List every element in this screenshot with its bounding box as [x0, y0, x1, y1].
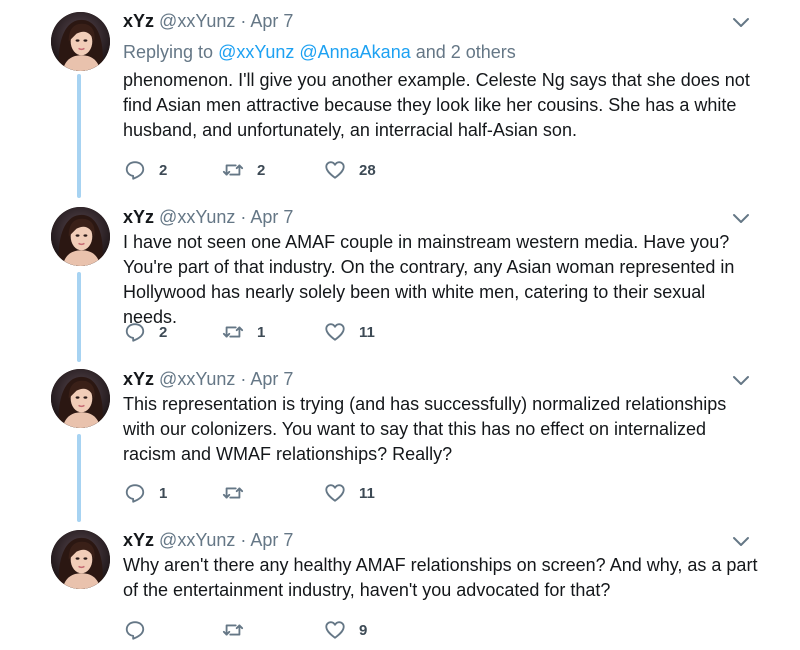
- user-handle[interactable]: @xxYunz: [159, 369, 235, 389]
- retweet-count: 1: [257, 323, 266, 341]
- replying-to: Replying to @xxYunz @AnnaAkana and 2 oth…: [123, 41, 516, 63]
- tweet[interactable]: xYz @xxYunz · Apr 7 This representation …: [0, 357, 800, 518]
- tweet-header: xYz @xxYunz · Apr 7: [123, 529, 293, 551]
- retweet-icon: [222, 624, 244, 636]
- tweet-text: I have not seen one AMAF couple in mains…: [123, 232, 735, 327]
- tweet[interactable]: xYz @xxYunz · Apr 7 I have not seen one …: [0, 195, 800, 357]
- tweet-actions: 9: [124, 618, 524, 642]
- chevron-down-icon: [733, 214, 749, 223]
- tweet-thread: xYz @xxYunz · Apr 7 Replying to @xxYunz …: [0, 0, 800, 650]
- like-button[interactable]: 11: [324, 481, 375, 505]
- retweet-button[interactable]: 2: [222, 158, 265, 182]
- reply-icon: [125, 161, 145, 180]
- tweet-menu-button[interactable]: [732, 536, 750, 548]
- replying-others[interactable]: and 2 others: [411, 42, 516, 62]
- user-handle[interactable]: @xxYunz: [159, 11, 235, 31]
- retweet-icon: [222, 164, 244, 176]
- tweet-date[interactable]: Apr 7: [250, 369, 293, 389]
- separator-dot: ·: [240, 207, 247, 227]
- like-count: 28: [359, 161, 376, 179]
- like-count: 11: [359, 484, 375, 502]
- tweet-menu-button[interactable]: [732, 213, 750, 225]
- heart-icon: [325, 161, 345, 179]
- display-name[interactable]: xYz: [123, 530, 154, 550]
- reply-icon: [125, 323, 145, 342]
- avatar[interactable]: [51, 207, 110, 266]
- retweet-button[interactable]: 1: [222, 320, 265, 344]
- tweet-menu-button[interactable]: [732, 17, 750, 29]
- tweet-date[interactable]: Apr 7: [250, 530, 293, 550]
- tweet-header: xYz @xxYunz · Apr 7: [123, 368, 293, 390]
- reply-button[interactable]: [124, 618, 159, 642]
- tweet-actions: 2 1 11: [124, 320, 524, 344]
- tweet-actions: 2 2 28: [124, 158, 524, 182]
- tweet-text: This representation is trying (and has s…: [123, 394, 727, 464]
- tweet-actions: 1 11: [124, 481, 524, 505]
- display-name[interactable]: xYz: [123, 11, 154, 31]
- avatar[interactable]: [51, 12, 110, 71]
- retweet-icon: [222, 326, 244, 338]
- heart-icon: [325, 621, 345, 639]
- reply-button[interactable]: 2: [124, 158, 167, 182]
- retweet-icon: [222, 487, 244, 499]
- like-button[interactable]: 11: [324, 320, 375, 344]
- chevron-down-icon: [733, 537, 749, 546]
- reply-count: 1: [159, 484, 168, 502]
- tweet-menu-button[interactable]: [732, 375, 750, 387]
- reply-button[interactable]: 2: [124, 320, 167, 344]
- tweet-text: Why aren't there any healthy AMAF relati…: [123, 555, 758, 600]
- heart-icon: [325, 484, 345, 502]
- user-handle[interactable]: @xxYunz: [159, 530, 235, 550]
- separator-dot: ·: [240, 530, 247, 550]
- retweet-count: 2: [257, 161, 266, 179]
- reply-count: 2: [159, 323, 168, 341]
- reply-icon: [125, 621, 145, 640]
- tweet-text: phenomenon. I'll give you another exampl…: [123, 70, 750, 140]
- reply-icon: [125, 484, 145, 503]
- user-handle[interactable]: @xxYunz: [159, 207, 235, 227]
- retweet-button[interactable]: [222, 618, 257, 642]
- like-button[interactable]: 28: [324, 158, 376, 182]
- tweet[interactable]: xYz @xxYunz · Apr 7 Replying to @xxYunz …: [0, 0, 800, 195]
- avatar[interactable]: [51, 369, 110, 428]
- replying-mentions[interactable]: @xxYunz @AnnaAkana: [218, 42, 411, 62]
- reply-button[interactable]: 1: [124, 481, 167, 505]
- display-name[interactable]: xYz: [123, 207, 154, 227]
- tweet-header: xYz @xxYunz · Apr 7: [123, 10, 293, 32]
- tweet[interactable]: xYz @xxYunz · Apr 7 Why aren't there any…: [0, 518, 800, 650]
- separator-dot: ·: [240, 369, 247, 389]
- chevron-down-icon: [733, 18, 749, 27]
- tweet-date[interactable]: Apr 7: [250, 11, 293, 31]
- retweet-button[interactable]: [222, 481, 257, 505]
- avatar[interactable]: [51, 530, 110, 589]
- tweet-header: xYz @xxYunz · Apr 7: [123, 206, 293, 228]
- tweet-date[interactable]: Apr 7: [250, 207, 293, 227]
- replying-prefix: Replying to: [123, 42, 219, 62]
- display-name[interactable]: xYz: [123, 369, 154, 389]
- like-count: 9: [359, 621, 368, 639]
- like-count: 11: [359, 323, 375, 341]
- heart-icon: [325, 323, 345, 341]
- like-button[interactable]: 9: [324, 618, 367, 642]
- reply-count: 2: [159, 161, 168, 179]
- separator-dot: ·: [240, 11, 247, 31]
- chevron-down-icon: [733, 376, 749, 385]
